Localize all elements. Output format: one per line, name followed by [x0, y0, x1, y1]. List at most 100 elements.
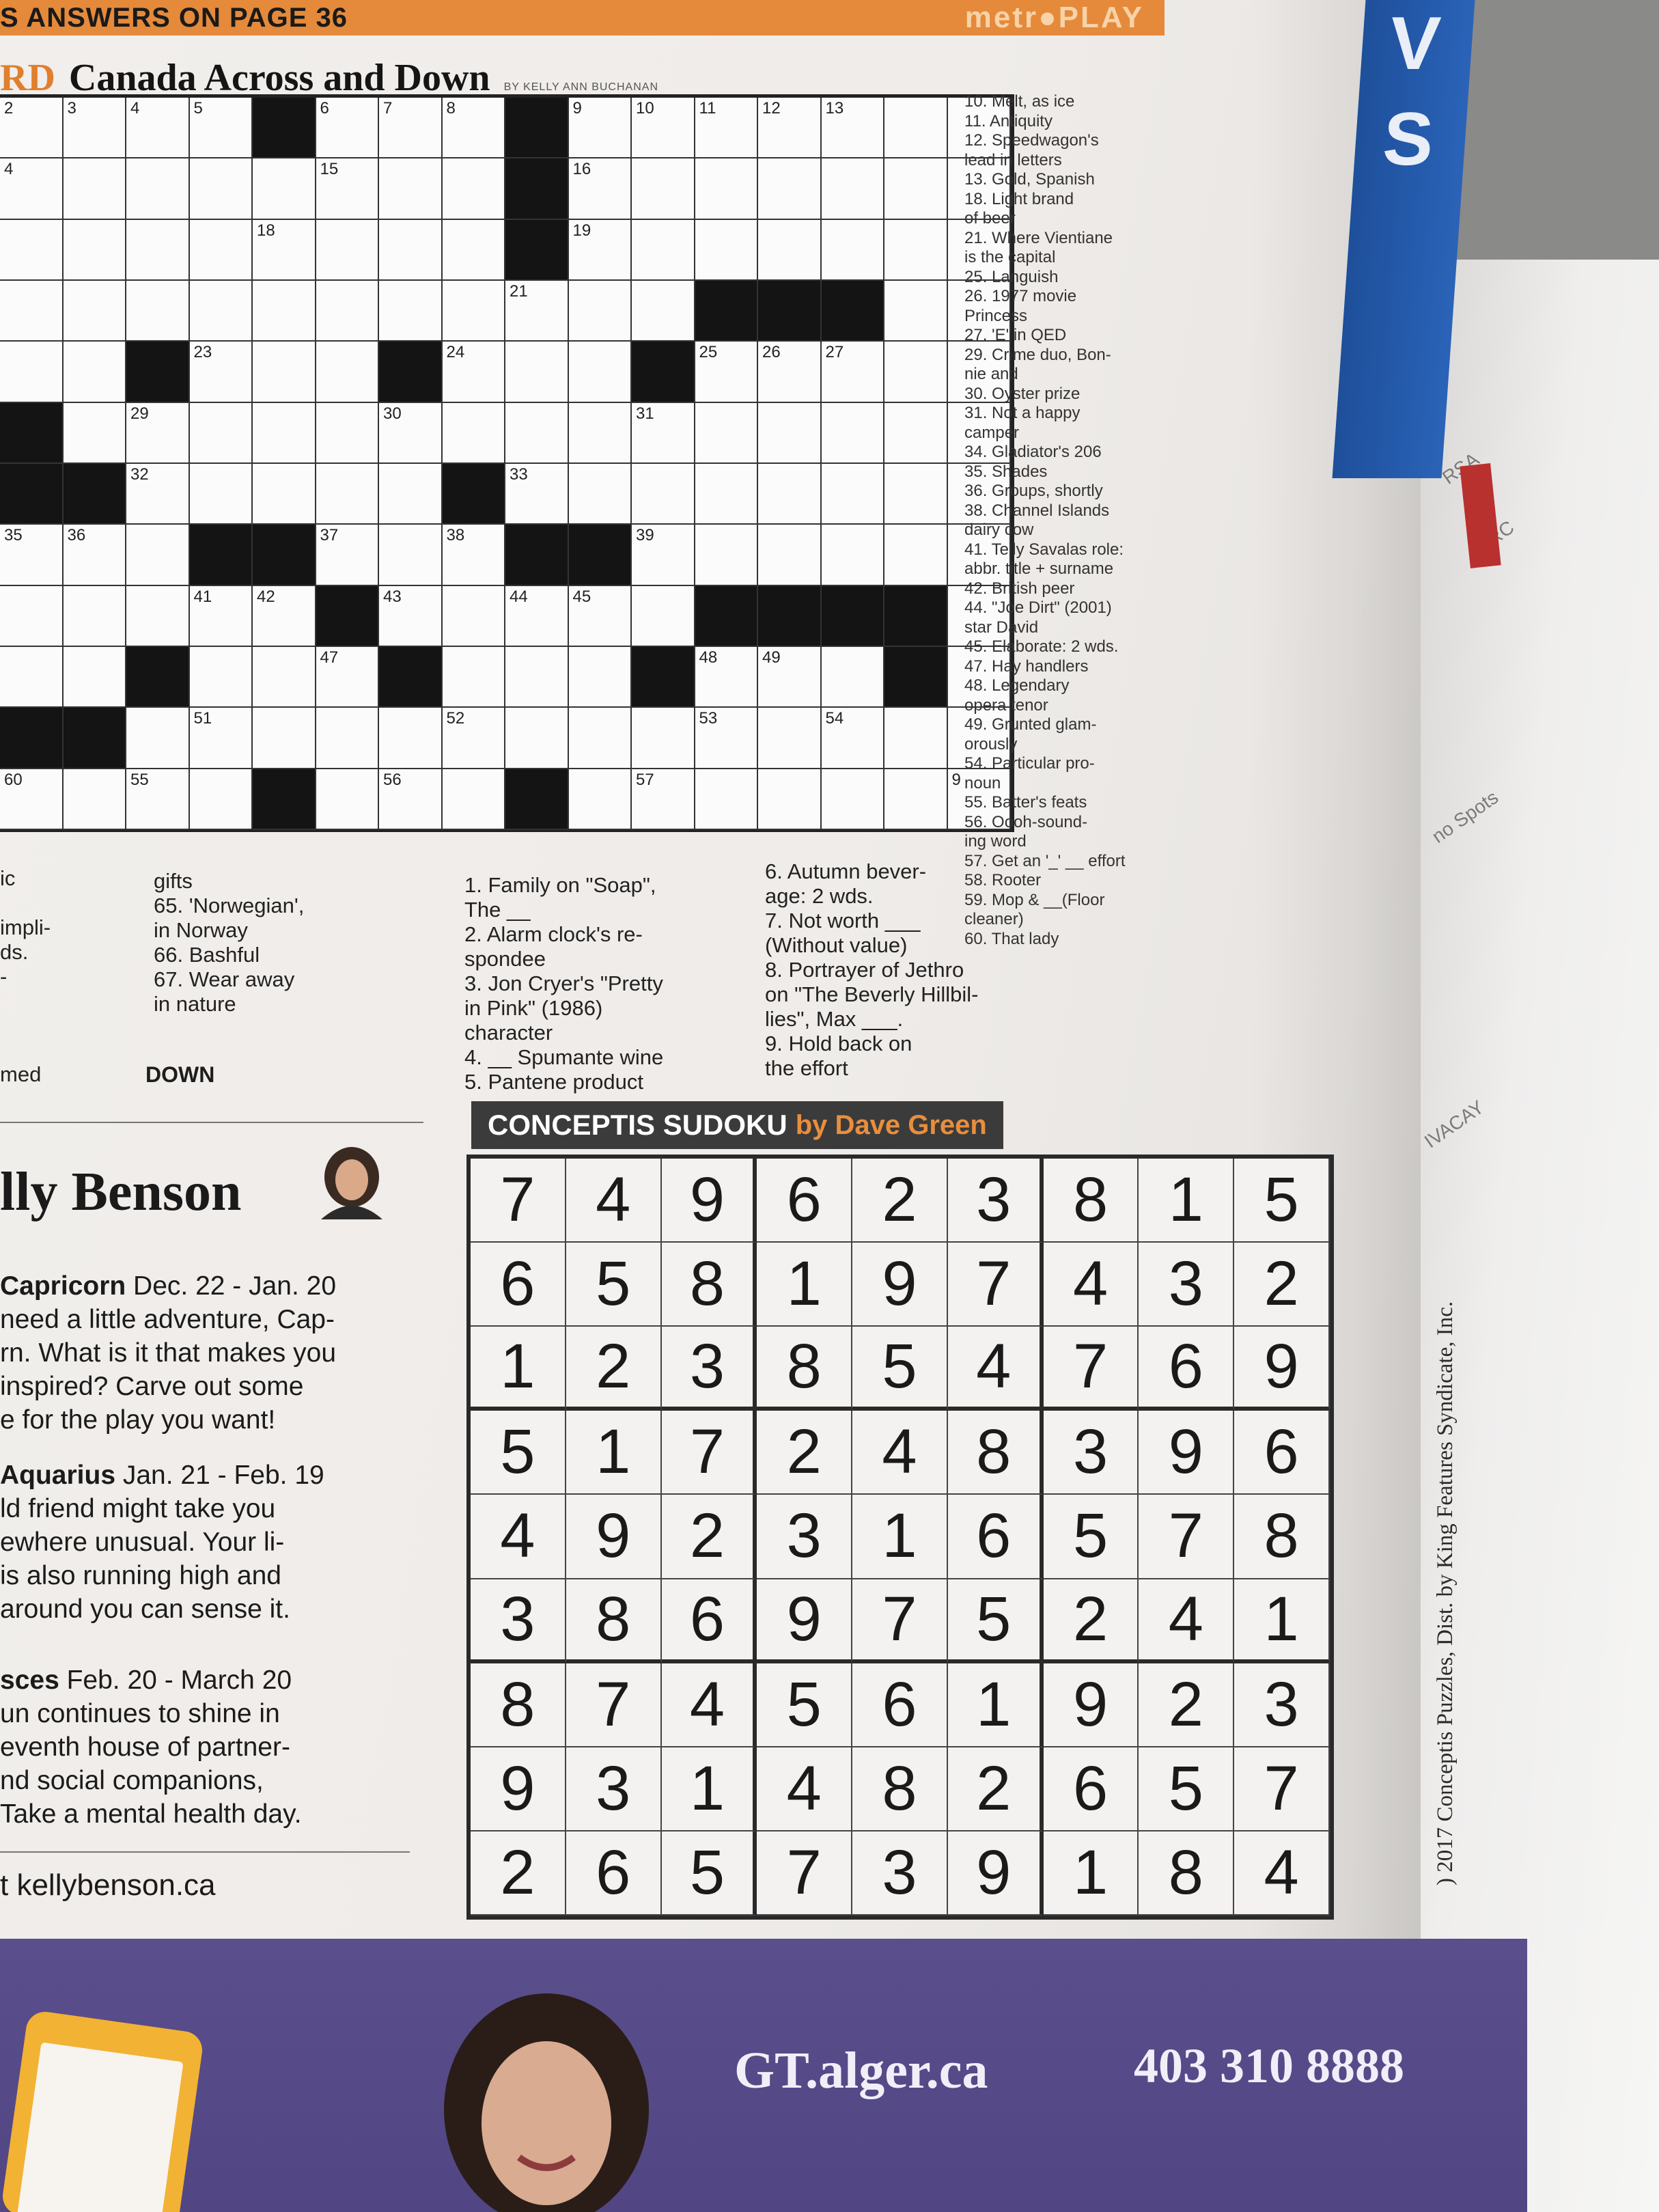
crossword-cell[interactable] [189, 158, 253, 220]
crossword-cell[interactable] [253, 281, 316, 342]
crossword-cell[interactable] [758, 769, 822, 830]
sudoku-cell[interactable]: 1 [661, 1747, 757, 1831]
crossword-cell[interactable] [884, 219, 948, 281]
crossword-cell[interactable] [126, 158, 190, 220]
crossword-cell[interactable] [316, 219, 379, 281]
sudoku-cell[interactable]: 3 [947, 1159, 1044, 1243]
crossword-cell[interactable] [821, 402, 884, 464]
crossword-cell[interactable]: 15 [316, 158, 379, 220]
ad-phone[interactable]: 403 310 8888 [1134, 2038, 1404, 2095]
sudoku-cell[interactable]: 7 [471, 1159, 566, 1243]
crossword-cell[interactable]: 29 [126, 402, 190, 464]
crossword-cell[interactable] [253, 402, 316, 464]
crossword-cell[interactable] [821, 647, 884, 708]
sudoku-cell[interactable]: 1 [947, 1663, 1044, 1747]
sudoku-cell[interactable]: 6 [947, 1495, 1044, 1579]
sudoku-cell[interactable]: 8 [1139, 1831, 1235, 1916]
crossword-cell[interactable] [442, 647, 505, 708]
sudoku-cell[interactable]: 1 [471, 1327, 566, 1411]
crossword-cell[interactable] [126, 585, 190, 647]
crossword-cell[interactable] [63, 769, 126, 830]
crossword-cell[interactable]: 48 [695, 647, 758, 708]
crossword-cell[interactable]: 53 [695, 708, 758, 769]
sudoku-cell[interactable]: 4 [852, 1411, 948, 1495]
crossword-cell[interactable]: 2 [0, 98, 64, 159]
crossword-cell[interactable] [379, 281, 443, 342]
crossword-cell[interactable]: 23 [189, 342, 253, 403]
sudoku-cell[interactable]: 4 [661, 1663, 757, 1747]
crossword-cell[interactable]: 36 [63, 525, 126, 586]
crossword-cell[interactable]: 39 [632, 525, 695, 586]
crossword-cell[interactable] [253, 708, 316, 769]
crossword-cell[interactable]: 26 [758, 342, 822, 403]
crossword-cell[interactable]: 41 [189, 585, 253, 647]
crossword-cell[interactable] [63, 158, 126, 220]
sudoku-cell[interactable]: 7 [1139, 1495, 1235, 1579]
sudoku-cell[interactable]: 5 [1043, 1495, 1139, 1579]
sudoku-cell[interactable]: 3 [566, 1747, 662, 1831]
crossword-cell[interactable] [379, 219, 443, 281]
crossword-cell[interactable] [568, 769, 632, 830]
crossword-cell[interactable] [884, 708, 948, 769]
sudoku-cell[interactable]: 7 [947, 1243, 1044, 1327]
crossword-cell[interactable] [316, 342, 379, 403]
crossword-cell[interactable]: 7 [379, 98, 443, 159]
crossword-cell[interactable]: 3 [63, 98, 126, 159]
crossword-cell[interactable]: 30 [379, 402, 443, 464]
ad-url[interactable]: GT.alger.ca [734, 2041, 988, 2101]
crossword-cell[interactable] [884, 98, 948, 159]
crossword-cell[interactable] [316, 769, 379, 830]
crossword-cell[interactable] [695, 219, 758, 281]
crossword-cell[interactable]: 27 [821, 342, 884, 403]
crossword-cell[interactable]: 35 [0, 525, 64, 586]
crossword-cell[interactable] [568, 647, 632, 708]
sudoku-cell[interactable]: 4 [1139, 1579, 1235, 1663]
sudoku-cell[interactable]: 4 [471, 1495, 566, 1579]
sudoku-cell[interactable]: 5 [757, 1663, 853, 1747]
crossword-cell[interactable] [568, 281, 632, 342]
crossword-cell[interactable] [0, 281, 64, 342]
sudoku-cell[interactable]: 9 [566, 1495, 662, 1579]
crossword-cell[interactable] [821, 769, 884, 830]
sudoku-cell[interactable]: 4 [947, 1327, 1044, 1411]
crossword-cell[interactable]: 5 [189, 98, 253, 159]
crossword-cell[interactable] [632, 708, 695, 769]
crossword-cell[interactable] [316, 402, 379, 464]
sudoku-cell[interactable]: 9 [471, 1747, 566, 1831]
crossword-cell[interactable] [821, 464, 884, 525]
crossword-cell[interactable] [568, 402, 632, 464]
sudoku-cell[interactable]: 6 [757, 1159, 853, 1243]
crossword-cell[interactable]: 12 [758, 98, 822, 159]
crossword-cell[interactable] [189, 647, 253, 708]
sudoku-cell[interactable]: 3 [1043, 1411, 1139, 1495]
sudoku-cell[interactable]: 5 [471, 1411, 566, 1495]
crossword-cell[interactable] [63, 402, 126, 464]
crossword-cell[interactable] [126, 281, 190, 342]
crossword-cell[interactable] [316, 708, 379, 769]
sudoku-cell[interactable]: 9 [1043, 1663, 1139, 1747]
crossword-cell[interactable]: 33 [505, 464, 569, 525]
sudoku-cell[interactable]: 4 [1234, 1831, 1330, 1916]
crossword-cell[interactable] [442, 585, 505, 647]
crossword-cell[interactable]: 16 [568, 158, 632, 220]
crossword-cell[interactable] [126, 525, 190, 586]
crossword-grid[interactable]: 2 3 4 5 6 7 8 9 10 11 12 13 4 15 16 18 19 21 23 24 25 26 27 29 3… [0, 94, 1014, 832]
sudoku-cell[interactable]: 1 [1043, 1831, 1139, 1916]
crossword-cell[interactable] [316, 464, 379, 525]
crossword-cell[interactable] [442, 281, 505, 342]
crossword-cell[interactable] [884, 769, 948, 830]
crossword-cell[interactable]: 25 [695, 342, 758, 403]
crossword-cell[interactable] [63, 219, 126, 281]
sudoku-cell[interactable]: 8 [661, 1243, 757, 1327]
sudoku-cell[interactable]: 7 [1043, 1327, 1139, 1411]
crossword-cell[interactable] [379, 158, 443, 220]
crossword-cell[interactable] [758, 219, 822, 281]
crossword-cell[interactable] [126, 708, 190, 769]
crossword-cell[interactable] [189, 281, 253, 342]
crossword-cell[interactable]: 8 [442, 98, 505, 159]
crossword-cell[interactable] [632, 219, 695, 281]
sudoku-cell[interactable]: 5 [852, 1327, 948, 1411]
sudoku-cell[interactable]: 6 [1139, 1327, 1235, 1411]
crossword-cell[interactable] [442, 769, 505, 830]
crossword-cell[interactable] [505, 402, 569, 464]
